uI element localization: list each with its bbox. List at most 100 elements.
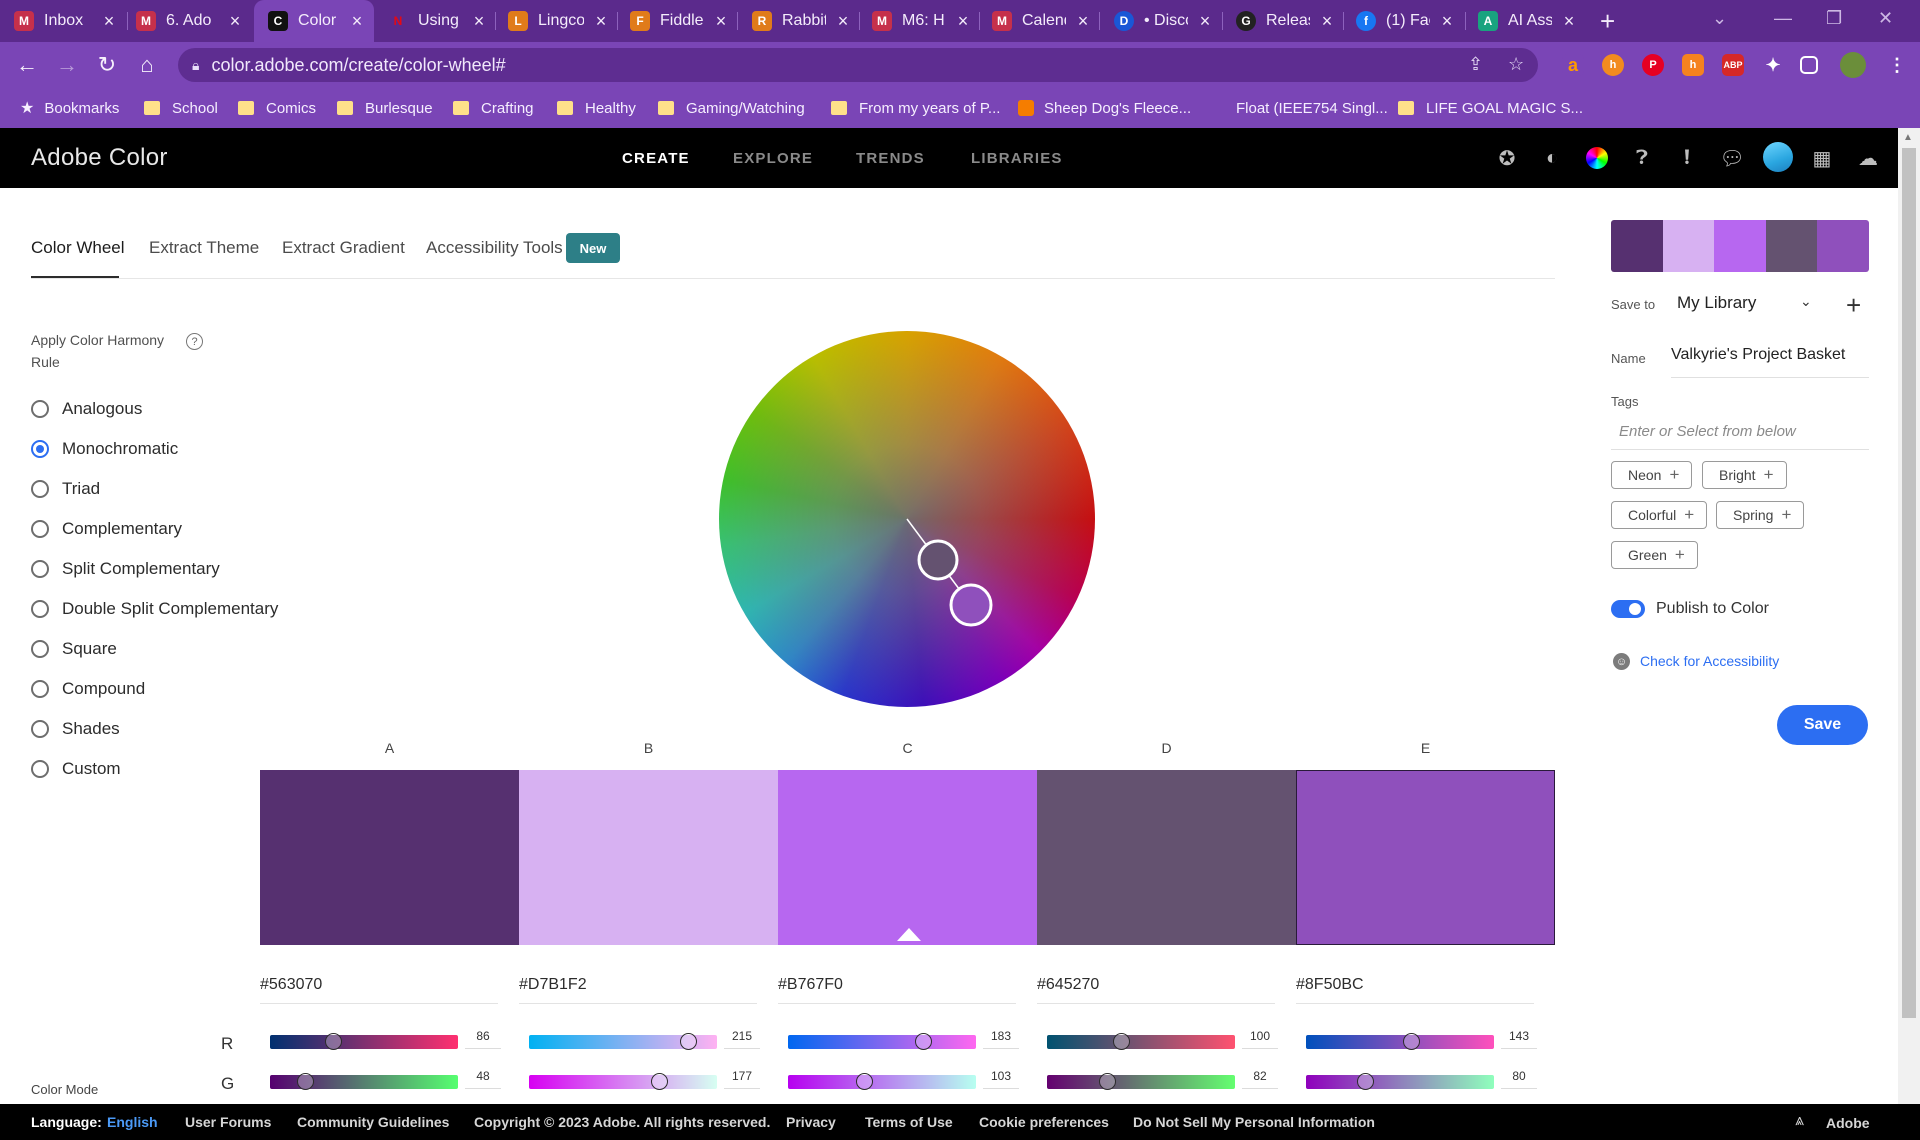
browser-tab[interactable]: N Using × bbox=[388, 0, 488, 42]
slider-knob[interactable] bbox=[297, 1073, 314, 1090]
honey-extension-icon[interactable]: h bbox=[1602, 54, 1624, 76]
radio-button[interactable] bbox=[31, 400, 49, 418]
scroll-thumb[interactable] bbox=[1902, 148, 1916, 1018]
scroll-up-arrow-icon[interactable]: ▲ bbox=[1903, 132, 1913, 143]
help-icon[interactable]: ❓︎ bbox=[1630, 146, 1654, 170]
browser-tab[interactable]: R Rabbit × bbox=[752, 0, 852, 42]
radio-button[interactable] bbox=[31, 640, 49, 658]
minimize-window-icon[interactable]: — bbox=[1774, 8, 1792, 29]
radio-button[interactable] bbox=[31, 520, 49, 538]
save-button[interactable]: Save bbox=[1777, 705, 1868, 745]
browser-tab-active[interactable]: C Color × bbox=[254, 0, 374, 42]
bookmark-item[interactable]: Float (IEEE754 Singl... bbox=[1236, 88, 1388, 128]
hex-input[interactable]: #645270 bbox=[1037, 976, 1275, 1004]
browser-tab[interactable]: G Releas × bbox=[1236, 0, 1336, 42]
hex-input[interactable]: #563070 bbox=[260, 976, 498, 1004]
bookmark-folder[interactable]: Gaming/Watching bbox=[658, 88, 805, 128]
close-tab-icon[interactable]: × bbox=[226, 11, 244, 32]
close-tab-icon[interactable]: × bbox=[1560, 11, 1578, 32]
browser-tab[interactable]: M Inbox × bbox=[14, 0, 118, 42]
contrast-icon[interactable]: ◐ bbox=[1540, 146, 1564, 170]
brand-logo[interactable]: Adobe Color bbox=[31, 144, 168, 172]
close-tab-icon[interactable]: × bbox=[954, 11, 972, 32]
tab-accessibility-tools[interactable]: Accessibility Tools bbox=[426, 238, 563, 258]
slider-knob[interactable] bbox=[1403, 1033, 1420, 1050]
browser-menu-icon[interactable]: ⋮ bbox=[1886, 54, 1908, 76]
close-tab-icon[interactable]: × bbox=[834, 11, 852, 32]
star-badge-icon[interactable]: ✪ bbox=[1495, 146, 1519, 170]
channel-value-g[interactable]: 48 bbox=[465, 1069, 501, 1089]
color-swatch[interactable] bbox=[1296, 770, 1555, 945]
share-icon[interactable]: ⇪ bbox=[1468, 54, 1483, 75]
harmony-rule-custom[interactable]: Custom bbox=[31, 755, 121, 783]
radio-button[interactable] bbox=[31, 760, 49, 778]
harmony-rule-triad[interactable]: Triad bbox=[31, 475, 100, 503]
check-accessibility-link[interactable]: Check for Accessibility bbox=[1640, 653, 1779, 669]
channel-value-r[interactable]: 100 bbox=[1242, 1029, 1278, 1049]
color-swatch[interactable] bbox=[260, 770, 519, 945]
wheel-handle-d[interactable] bbox=[917, 539, 959, 581]
bookmark-folder[interactable]: LIFE GOAL MAGIC S... bbox=[1398, 88, 1583, 128]
url-text[interactable]: color.adobe.com/create/color-wheel# bbox=[211, 55, 505, 76]
honey-rewards-extension-icon[interactable]: h bbox=[1682, 54, 1704, 76]
channel-value-r[interactable]: 86 bbox=[465, 1029, 501, 1049]
channel-value-r[interactable]: 183 bbox=[983, 1029, 1019, 1049]
footer-link-terms[interactable]: Terms of Use bbox=[865, 1114, 953, 1130]
channel-slider-r[interactable] bbox=[270, 1033, 458, 1050]
close-tab-icon[interactable]: × bbox=[1438, 11, 1456, 32]
tab-extract-gradient[interactable]: Extract Gradient bbox=[282, 238, 405, 258]
color-swatch[interactable] bbox=[519, 770, 778, 945]
channel-slider-g[interactable] bbox=[788, 1073, 976, 1090]
slider-knob[interactable] bbox=[915, 1033, 932, 1050]
tag-chip-spring[interactable]: Spring + bbox=[1716, 501, 1805, 529]
harmony-rule-split-complementary[interactable]: Split Complementary bbox=[31, 555, 220, 583]
harmony-rule-complementary[interactable]: Complementary bbox=[31, 515, 182, 543]
harmony-rule-analogous[interactable]: Analogous bbox=[31, 395, 142, 423]
browser-tab[interactable]: F Fiddle × bbox=[630, 0, 730, 42]
radio-button[interactable] bbox=[31, 480, 49, 498]
creative-cloud-icon[interactable]: ☁︎ bbox=[1853, 146, 1883, 170]
footer-link-forums[interactable]: User Forums bbox=[185, 1114, 271, 1130]
close-tab-icon[interactable]: × bbox=[348, 11, 366, 32]
close-tab-icon[interactable]: × bbox=[592, 11, 610, 32]
channel-slider-r[interactable] bbox=[1306, 1033, 1494, 1050]
report-icon[interactable]: ❗︎ bbox=[1675, 146, 1699, 170]
close-tab-icon[interactable]: × bbox=[100, 11, 118, 32]
bookmark-folder[interactable]: From my years of P... bbox=[831, 88, 1000, 128]
channel-slider-r[interactable] bbox=[529, 1033, 717, 1050]
address-bar[interactable]: 🔒︎ color.adobe.com/create/color-wheel# ⇪… bbox=[178, 48, 1538, 82]
radio-button[interactable] bbox=[31, 720, 49, 738]
channel-value-r[interactable]: 143 bbox=[1501, 1029, 1537, 1049]
radio-button[interactable] bbox=[31, 560, 49, 578]
pinterest-extension-icon[interactable]: P bbox=[1642, 54, 1664, 76]
channel-slider-g[interactable] bbox=[270, 1073, 458, 1090]
bookmark-item[interactable]: Sheep Dog's Fleece... bbox=[1018, 88, 1191, 128]
reload-icon[interactable]: ↻ bbox=[92, 50, 122, 80]
channel-slider-g[interactable] bbox=[529, 1073, 717, 1090]
apps-grid-icon[interactable]: ▦ bbox=[1810, 146, 1834, 170]
tag-chip-neon[interactable]: Neon + bbox=[1611, 461, 1693, 489]
channel-value-g[interactable]: 177 bbox=[724, 1069, 760, 1089]
feedback-icon[interactable]: 💬︎ bbox=[1719, 146, 1744, 170]
new-tab-plus-icon[interactable]: + bbox=[1600, 6, 1615, 37]
harmony-rule-compound[interactable]: Compound bbox=[31, 675, 145, 703]
chevron-down-icon[interactable]: ⌄ bbox=[1800, 293, 1812, 310]
tags-input[interactable]: Enter or Select from below bbox=[1611, 418, 1869, 450]
bookmark-item[interactable]: ★ Bookmarks bbox=[20, 88, 119, 128]
slider-knob[interactable] bbox=[651, 1073, 668, 1090]
side-panel-icon[interactable] bbox=[1800, 56, 1818, 74]
amazon-extension-icon[interactable]: a bbox=[1562, 54, 1584, 76]
channel-slider-r[interactable] bbox=[1047, 1033, 1235, 1050]
theme-name-input[interactable]: Valkyrie's Project Basket bbox=[1671, 346, 1869, 378]
tag-chip-green[interactable]: Green + bbox=[1611, 541, 1698, 569]
radio-button[interactable] bbox=[31, 680, 49, 698]
browser-tab[interactable]: M Calend × bbox=[992, 0, 1092, 42]
bookmark-folder[interactable]: Comics bbox=[238, 88, 316, 128]
bookmark-folder[interactable]: Crafting bbox=[453, 88, 534, 128]
channel-slider-g[interactable] bbox=[1047, 1073, 1235, 1090]
add-library-plus-icon[interactable]: + bbox=[1846, 290, 1861, 321]
harmony-rule-square[interactable]: Square bbox=[31, 635, 117, 663]
harmony-rule-monochromatic[interactable]: Monochromatic bbox=[31, 435, 178, 463]
close-tab-icon[interactable]: × bbox=[1318, 11, 1336, 32]
tab-search-chevron-icon[interactable]: ⌄ bbox=[1712, 8, 1727, 29]
